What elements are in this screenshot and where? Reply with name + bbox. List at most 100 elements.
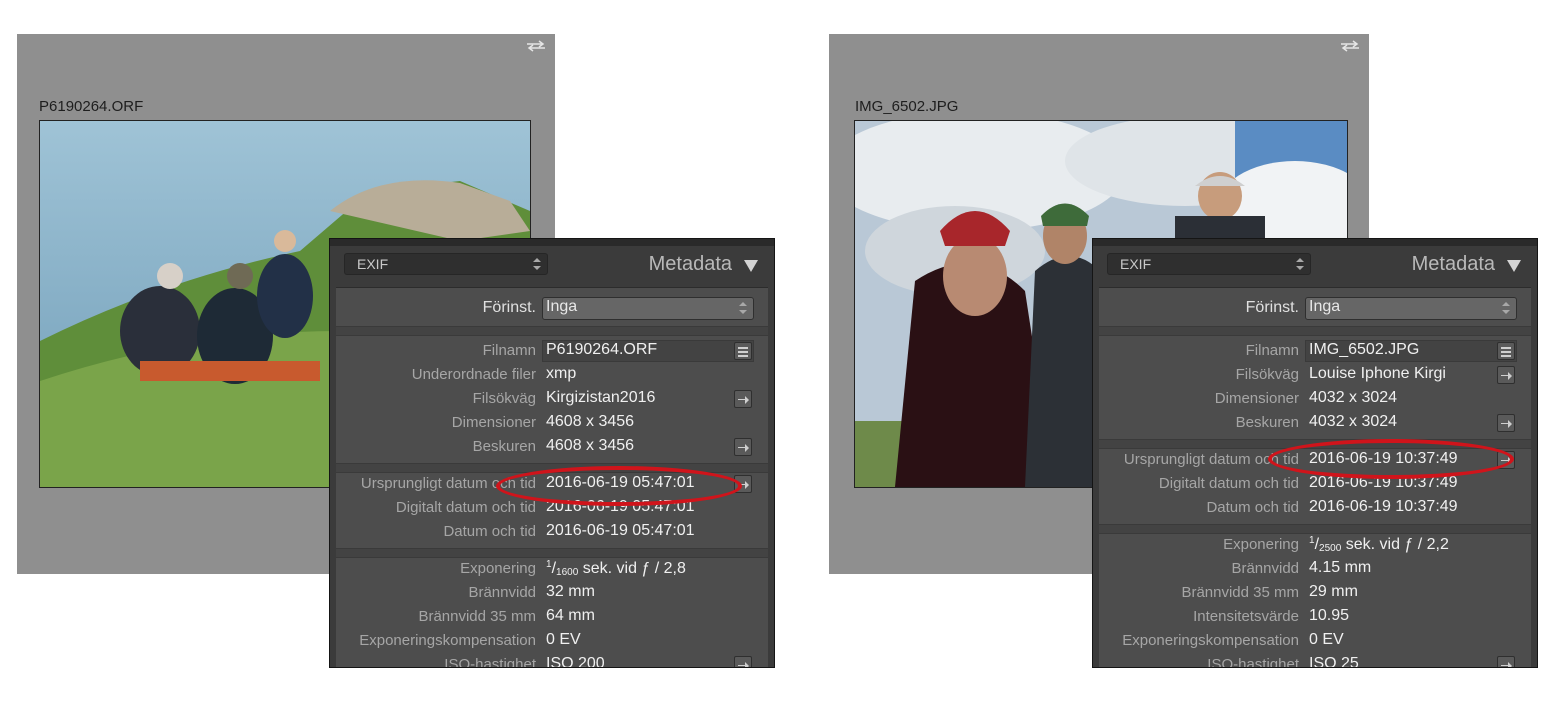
iso-arrow-icon[interactable] bbox=[1497, 656, 1515, 667]
row-filnamn: Filnamn IMG_6502.JPG bbox=[1099, 340, 1531, 364]
row-filnamn: Filnamn P6190264.ORF bbox=[336, 340, 768, 364]
label: Intensitetsvärde bbox=[1193, 608, 1299, 625]
label: Beskuren bbox=[1235, 414, 1299, 431]
label: Digitalt datum och tid bbox=[1158, 475, 1299, 492]
row-dimensioner: Dimensioner 4608 x 3456 bbox=[336, 412, 768, 436]
row-beskuren: Beskuren 4032 x 3024 bbox=[1099, 412, 1531, 436]
label: Brännvidd bbox=[468, 584, 536, 601]
preset-row: Förinst. Inga bbox=[1099, 297, 1531, 321]
preset-value: Inga bbox=[1309, 298, 1341, 315]
go-to-folder-arrow-icon[interactable] bbox=[1497, 366, 1515, 384]
iso-arrow-icon[interactable] bbox=[734, 656, 752, 667]
label: Digitalt datum och tid bbox=[395, 499, 536, 516]
value: IMG_6502.JPG bbox=[1309, 341, 1420, 358]
value: 4608 x 3456 bbox=[546, 413, 635, 430]
value: 4608 x 3456 bbox=[546, 437, 635, 454]
label: Dimensioner bbox=[451, 414, 536, 431]
select-updown-icon bbox=[1295, 257, 1305, 271]
collapse-triangle-icon[interactable] bbox=[744, 260, 758, 272]
value: 0 EV bbox=[1309, 631, 1344, 648]
select-updown-icon bbox=[532, 257, 542, 271]
value: 4032 x 3024 bbox=[1309, 413, 1398, 430]
metadata-view-select[interactable]: EXIF bbox=[344, 253, 548, 275]
left-metadata-panel: EXIF Metadata Förinst. Inga Filnamn P619… bbox=[329, 238, 775, 668]
label: Exponering bbox=[460, 560, 536, 577]
swap-arrows-icon[interactable] bbox=[525, 40, 547, 52]
row-iso: ISO-hastighet ISO 25 bbox=[1099, 654, 1531, 668]
label: Beskuren bbox=[472, 438, 536, 455]
value: Kirgizistan2016 bbox=[546, 389, 656, 406]
image-filename: IMG_6502.JPG bbox=[855, 98, 959, 115]
row-beskuren: Beskuren 4608 x 3456 bbox=[336, 436, 768, 460]
value: 64 mm bbox=[546, 607, 595, 624]
row-iso: ISO-hastighet ISO 200 bbox=[336, 654, 768, 668]
value: 2016-06-19 05:47:01 bbox=[546, 522, 695, 539]
preset-label: Förinst. bbox=[1245, 299, 1299, 316]
preset-row: Förinst. Inga bbox=[336, 297, 768, 321]
row-brannvidd: Brännvidd 4.15 mm bbox=[1099, 558, 1531, 582]
label: Exponeringskompensation bbox=[1122, 632, 1299, 649]
value: 1/1600 sek. vid ƒ / 2,8 bbox=[546, 559, 686, 578]
label: Brännvidd 35 mm bbox=[1181, 584, 1299, 601]
row-datum: Datum och tid 2016-06-19 05:47:01 bbox=[336, 521, 768, 545]
value: 4.15 mm bbox=[1309, 559, 1372, 576]
value: 2016-06-19 10:37:49 bbox=[1309, 498, 1458, 515]
label: Datum och tid bbox=[1206, 499, 1299, 516]
metadata-view-value: EXIF bbox=[357, 256, 389, 272]
value: 29 mm bbox=[1309, 583, 1358, 600]
value: 1/2500 sek. vid ƒ / 2,2 bbox=[1309, 535, 1449, 554]
row-brannvidd: Brännvidd 32 mm bbox=[336, 582, 768, 606]
highlight-ellipse bbox=[496, 466, 742, 506]
value: 10.95 bbox=[1309, 607, 1350, 624]
list-icon[interactable] bbox=[734, 342, 752, 360]
label: Filsökväg bbox=[472, 390, 536, 407]
metadata-header: EXIF Metadata bbox=[1099, 247, 1531, 287]
row-exponering: Exponering 1/2500 sek. vid ƒ / 2,2 bbox=[1099, 534, 1531, 558]
collapse-triangle-icon[interactable] bbox=[1507, 260, 1521, 272]
label: Filnamn bbox=[482, 342, 536, 359]
value: 32 mm bbox=[546, 583, 595, 600]
crop-arrow-icon[interactable] bbox=[1497, 414, 1515, 432]
highlight-ellipse bbox=[1268, 439, 1514, 479]
label: Datum och tid bbox=[443, 523, 536, 540]
value: ISO 25 bbox=[1309, 655, 1359, 668]
value: ISO 200 bbox=[546, 655, 605, 668]
row-digitalt: Digitalt datum och tid 2016-06-19 10:37:… bbox=[1099, 473, 1531, 497]
label: Dimensioner bbox=[1214, 390, 1299, 407]
label: Brännvidd 35 mm bbox=[418, 608, 536, 625]
row-filsokvag: Filsökväg Louise Iphone Kirgi bbox=[1099, 364, 1531, 388]
label: ISO-hastighet bbox=[1207, 656, 1299, 668]
panel-title: Metadata bbox=[648, 253, 732, 275]
panel-title: Metadata bbox=[1411, 253, 1495, 275]
label: Filnamn bbox=[1245, 342, 1299, 359]
row-filsokvag: Filsökväg Kirgizistan2016 bbox=[336, 388, 768, 412]
metadata-view-value: EXIF bbox=[1120, 256, 1152, 272]
row-brannvidd35: Brännvidd 35 mm 29 mm bbox=[1099, 582, 1531, 606]
list-icon[interactable] bbox=[1497, 342, 1515, 360]
metadata-header: EXIF Metadata bbox=[336, 247, 768, 287]
row-underordnade: Underordnade filer xmp bbox=[336, 364, 768, 388]
label: Underordnade filer bbox=[411, 366, 536, 383]
swap-arrows-icon[interactable] bbox=[1339, 40, 1361, 52]
select-updown-icon bbox=[738, 301, 748, 315]
label: Brännvidd bbox=[1231, 560, 1299, 577]
row-intensitet: Intensitetsvärde 10.95 bbox=[1099, 606, 1531, 630]
metadata-view-select[interactable]: EXIF bbox=[1107, 253, 1311, 275]
crop-arrow-icon[interactable] bbox=[734, 438, 752, 456]
label: Filsökväg bbox=[1235, 366, 1299, 383]
value: 0 EV bbox=[546, 631, 581, 648]
preset-label: Förinst. bbox=[482, 299, 536, 316]
metadata-body: Förinst. Inga Filnamn IMG_6502.JPG Filsö… bbox=[1099, 287, 1531, 667]
label: Exponering bbox=[1223, 536, 1299, 553]
row-brannvidd35: Brännvidd 35 mm 64 mm bbox=[336, 606, 768, 630]
label: ISO-hastighet bbox=[444, 656, 536, 668]
value: Louise Iphone Kirgi bbox=[1309, 365, 1446, 382]
row-datum: Datum och tid 2016-06-19 10:37:49 bbox=[1099, 497, 1531, 521]
select-updown-icon bbox=[1501, 301, 1511, 315]
label: Exponeringskompensation bbox=[359, 632, 536, 649]
value: xmp bbox=[546, 365, 577, 382]
row-expkomp: Exponeringskompensation 0 EV bbox=[336, 630, 768, 654]
preset-value: Inga bbox=[546, 298, 578, 315]
value: 4032 x 3024 bbox=[1309, 389, 1398, 406]
go-to-folder-arrow-icon[interactable] bbox=[734, 390, 752, 408]
